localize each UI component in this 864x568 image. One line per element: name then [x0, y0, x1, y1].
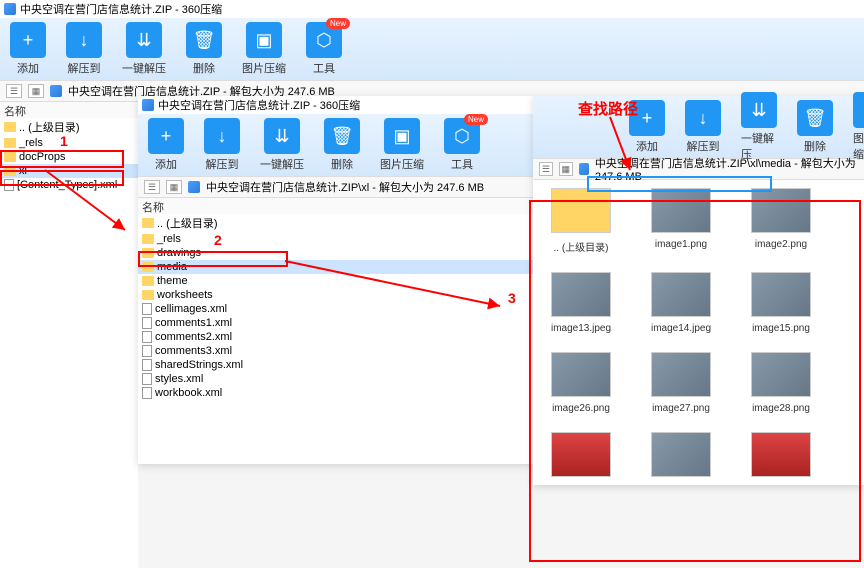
annotation-find-path: 查找路径: [578, 98, 638, 119]
tree-item-workbook[interactable]: workbook.xml: [138, 386, 533, 400]
file-icon: [142, 317, 152, 329]
titlebar-1: 中央空调在营门店信息统计.ZIP - 360压缩: [0, 0, 864, 18]
folder-icon: [142, 234, 154, 244]
file-icon: [142, 387, 152, 399]
title-1: 中央空调在营门店信息统计.ZIP - 360压缩: [20, 1, 222, 17]
extract-button[interactable]: ↓解压到: [685, 100, 721, 154]
tree-item-comments2[interactable]: comments2.xml: [138, 330, 533, 344]
view-list-button[interactable]: ☰: [144, 180, 160, 194]
delete-icon: 🗑: [324, 118, 360, 154]
file-icon: [142, 373, 152, 385]
tree-item-rels[interactable]: _rels: [0, 136, 138, 150]
zip-icon: [50, 85, 62, 97]
tree-item-worksheets[interactable]: worksheets: [138, 288, 533, 302]
zip-icon: [188, 181, 200, 193]
breadcrumb-path-2: 中央空调在营门店信息统计.ZIP\xl - 解包大小为 247.6 MB: [206, 179, 484, 195]
view-list-button[interactable]: ☰: [6, 84, 22, 98]
extract-icon: ↓: [66, 22, 102, 58]
folder-icon: [142, 218, 154, 228]
oneclick-icon: ⇊: [126, 22, 162, 58]
add-button[interactable]: +添加: [10, 22, 46, 76]
tree-item-up[interactable]: .. (上级目录): [0, 118, 138, 136]
file-icon: [142, 345, 152, 357]
annotation-1: 1: [60, 133, 68, 149]
annotation-2: 2: [214, 232, 222, 248]
tree-item-up[interactable]: .. (上级目录): [138, 214, 533, 232]
delete-icon: 🗑: [797, 100, 833, 136]
tools-button[interactable]: New⬡工具: [306, 22, 342, 76]
highlight-box-2: [138, 251, 288, 267]
title-2: 中央空调在营门店信息统计.ZIP - 360压缩: [158, 97, 360, 113]
window-middle: 中央空调在营门店信息统计.ZIP - 360压缩 +添加 ↓解压到 ⇊一键解压 …: [138, 96, 533, 464]
add-icon: +: [148, 118, 184, 154]
extract-icon: ↓: [685, 100, 721, 136]
annotation-3: 3: [508, 290, 516, 306]
highlight-box-path: [587, 176, 772, 192]
file-icon: [142, 331, 152, 343]
image-icon: ▣: [853, 92, 864, 128]
highlight-box-1b: [0, 170, 124, 186]
add-icon: +: [10, 22, 46, 58]
tree-item-theme[interactable]: theme: [138, 274, 533, 288]
oneclick-button[interactable]: ⇊一键解压: [122, 22, 166, 76]
column-header-name: 名称: [138, 198, 533, 214]
add-button[interactable]: +添加: [148, 118, 184, 172]
tree-item-rels[interactable]: _rels: [138, 232, 533, 246]
app-icon: [142, 99, 154, 111]
extract-button[interactable]: ↓解压到: [66, 22, 102, 76]
imgcompress-button[interactable]: ▣图片压缩: [853, 92, 864, 162]
tree-item-cellimages[interactable]: cellimages.xml: [138, 302, 533, 316]
view-list-button[interactable]: ☰: [539, 162, 553, 176]
toolbar-1: +添加 ↓解压到 ⇊一键解压 🗑删除 ▣图片压缩 New⬡工具: [0, 18, 864, 80]
view-grid-button[interactable]: ▦: [28, 84, 44, 98]
folder-icon: [4, 122, 16, 132]
oneclick-button[interactable]: ⇊一键解压: [741, 92, 777, 162]
file-icon: [142, 303, 152, 315]
tools-button[interactable]: New⬡工具: [444, 118, 480, 172]
folder-icon: [4, 138, 16, 148]
highlight-box-1: [0, 150, 124, 168]
folder-icon: [142, 290, 154, 300]
delete-icon: 🗑: [186, 22, 222, 58]
oneclick-button[interactable]: ⇊一键解压: [260, 118, 304, 172]
delete-button[interactable]: 🗑删除: [324, 118, 360, 172]
delete-button[interactable]: 🗑删除: [797, 100, 833, 154]
folder-icon: [142, 276, 154, 286]
file-icon: [142, 359, 152, 371]
extract-icon: ↓: [204, 118, 240, 154]
oneclick-icon: ⇊: [264, 118, 300, 154]
image-icon: ▣: [246, 22, 282, 58]
highlight-box-3: [529, 200, 861, 562]
view-grid-button[interactable]: ▦: [559, 162, 573, 176]
tree-item-comments1[interactable]: comments1.xml: [138, 316, 533, 330]
app-icon: [4, 3, 16, 15]
breadcrumb-2: ☰ ▦ 中央空调在营门店信息统计.ZIP\xl - 解包大小为 247.6 MB: [138, 176, 533, 198]
imgcompress-button[interactable]: ▣图片压缩: [380, 118, 424, 172]
oneclick-icon: ⇊: [741, 92, 777, 128]
view-grid-button[interactable]: ▦: [166, 180, 182, 194]
imgcompress-button[interactable]: ▣图片压缩: [242, 22, 286, 76]
titlebar-2: 中央空调在营门店信息统计.ZIP - 360压缩: [138, 96, 533, 114]
tree-item-comments3[interactable]: comments3.xml: [138, 344, 533, 358]
new-badge: New: [464, 114, 488, 125]
tree-item-styles[interactable]: styles.xml: [138, 372, 533, 386]
zip-icon: [579, 163, 589, 175]
new-badge: New: [326, 18, 350, 29]
delete-button[interactable]: 🗑删除: [186, 22, 222, 76]
extract-button[interactable]: ↓解压到: [204, 118, 240, 172]
tree-item-sharedstrings[interactable]: sharedStrings.xml: [138, 358, 533, 372]
toolbar-2: +添加 ↓解压到 ⇊一键解压 🗑删除 ▣图片压缩 New⬡工具: [138, 114, 533, 176]
image-icon: ▣: [384, 118, 420, 154]
